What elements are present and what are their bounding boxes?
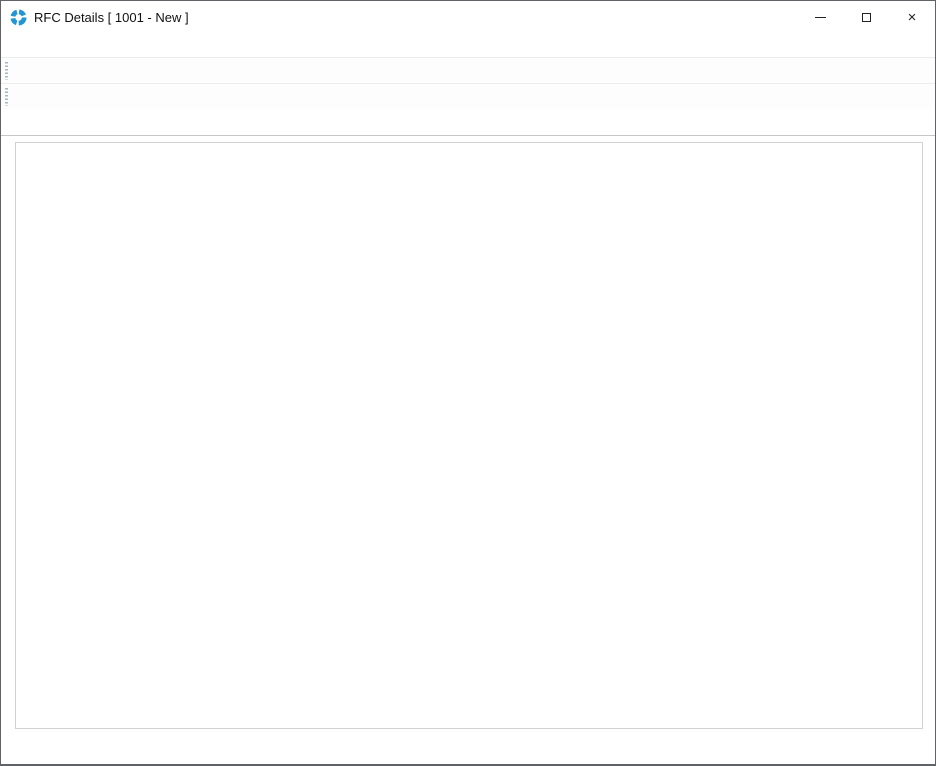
window-title: RFC Details [ 1001 - New ] — [34, 10, 189, 25]
minimize-button[interactable] — [797, 1, 843, 33]
maximize-button[interactable] — [843, 1, 889, 33]
tasks-button-row — [16, 143, 922, 160]
toolbar-grip[interactable] — [5, 88, 8, 106]
maximize-icon — [862, 13, 871, 22]
app-logo-icon — [10, 9, 27, 26]
title-bar: RFC Details [ 1001 - New ] × — [1, 1, 935, 33]
close-button[interactable]: × — [889, 1, 935, 33]
main-toolbar — [1, 57, 935, 83]
toolbar-grip[interactable] — [5, 62, 8, 80]
minimize-icon — [815, 17, 826, 18]
format-toolbar — [1, 83, 935, 109]
tab-content-area — [1, 136, 935, 764]
rfc-details-window: RFC Details [ 1001 - New ] × — [0, 0, 936, 766]
menu-bar — [1, 33, 935, 57]
tasks-panel — [15, 142, 923, 729]
tab-strip — [1, 109, 935, 136]
close-icon: × — [908, 9, 917, 26]
